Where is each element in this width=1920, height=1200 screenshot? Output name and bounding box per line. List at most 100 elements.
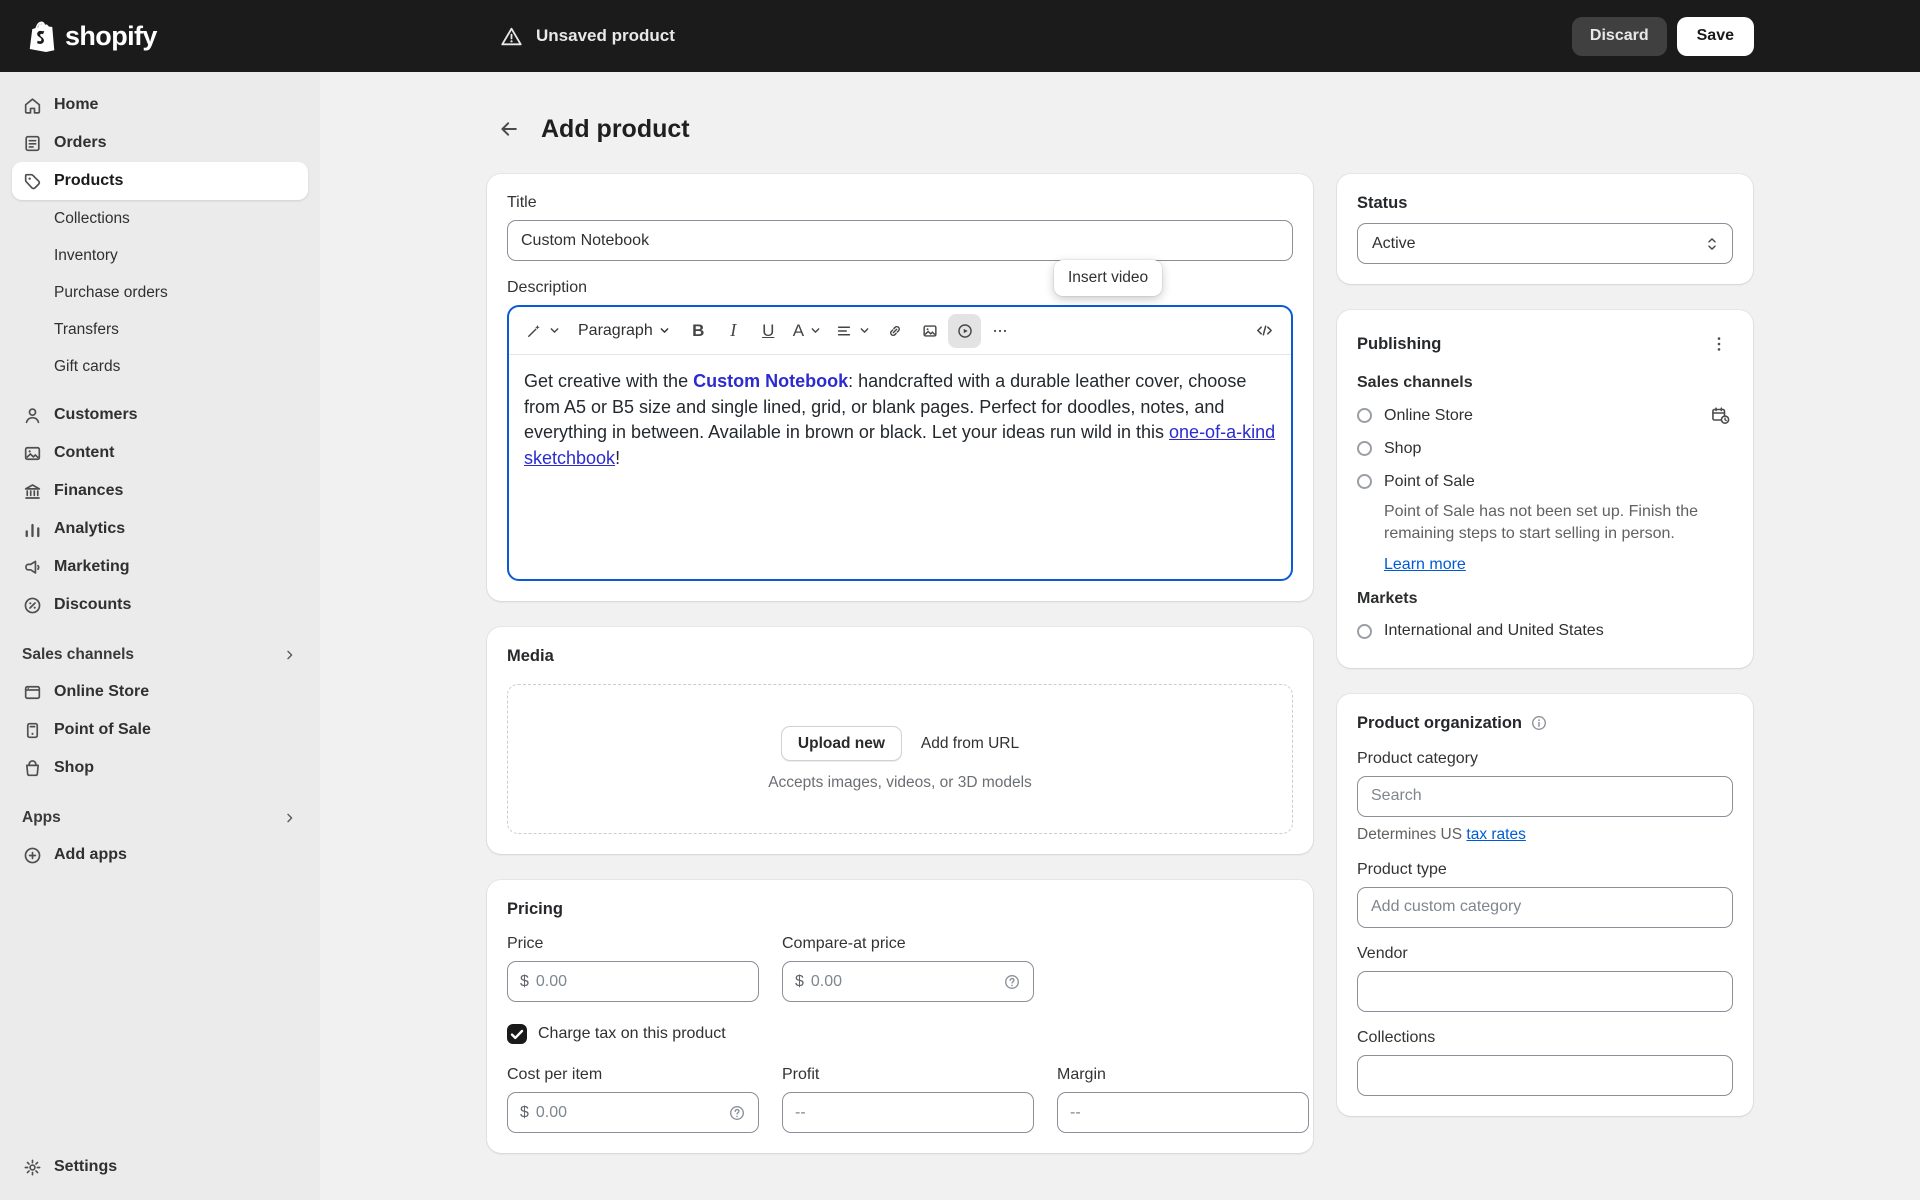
bold-button[interactable]: B [682,314,715,348]
orders-icon [22,133,43,154]
description-editor: Insert video Paragraph B I U A Get creat… [507,260,1293,581]
paragraph-style-dropdown[interactable]: Paragraph [568,314,680,348]
ai-magic-button[interactable] [519,314,566,348]
chevron-right-icon [282,647,298,663]
profit-input[interactable] [795,1103,1021,1122]
alignment-button[interactable] [829,314,876,348]
underline-button[interactable]: U [752,314,785,348]
insert-link-button[interactable] [878,314,911,348]
insert-video-button[interactable] [948,313,982,348]
product-category-input[interactable] [1357,775,1733,817]
sidebar-item-shop[interactable]: Shop [12,749,308,787]
shopify-logo[interactable]: shopify [26,19,157,53]
margin-input-wrap [1057,1092,1309,1133]
sidebar-item-marketing[interactable]: Marketing [12,548,308,586]
italic-button[interactable]: I [717,314,750,348]
tax-rates-link[interactable]: tax rates [1466,826,1525,843]
sidebar-item-settings[interactable]: Settings [12,1148,308,1186]
cost-per-item-label: Cost per item [507,1066,603,1083]
cost-per-item-input[interactable] [535,1103,722,1122]
sidebar-item-purchase-orders[interactable]: Purchase orders [12,274,308,311]
margin-label: Margin [1057,1066,1106,1083]
add-from-url-button[interactable]: Add from URL [921,735,1019,753]
discounts-icon [22,595,43,616]
collections-field: Collections [1357,1029,1733,1096]
sidebar-item-content[interactable]: Content [12,434,308,472]
status-select[interactable]: Active [1357,223,1733,264]
sidebar-item-products[interactable]: Products [12,162,308,200]
back-button[interactable] [491,111,527,147]
channel-row-point-of-sale: Point of Sale [1357,465,1733,498]
text-color-button[interactable]: A [787,314,827,348]
chevron-down-icon [550,328,559,333]
pricing-card: Pricing Price $ Compare-at price [487,880,1313,1153]
channel-status-bullet [1357,474,1372,489]
markets-heading: Markets [1357,589,1418,607]
sidebar-item-online-store[interactable]: Online Store [12,673,308,711]
publishing-menu-button[interactable] [1705,330,1733,358]
charge-tax-row: Charge tax on this product [507,1024,1309,1044]
online-store-icon [22,682,43,703]
shopify-bag-icon [29,21,55,53]
vendor-label: Vendor [1357,944,1408,962]
help-question-icon[interactable] [728,1104,746,1122]
checkmark-icon [510,1029,524,1040]
media-hint-text: Accepts images, videos, or 3D models [768,774,1032,791]
sidebar-item-home[interactable]: Home [12,86,308,124]
analytics-icon [22,519,43,540]
product-category-field: Product category Determines US tax rates [1357,750,1733,844]
help-question-icon[interactable] [1003,973,1021,991]
sidebar-item-analytics[interactable]: Analytics [12,510,308,548]
align-left-icon [837,326,851,335]
sidebar-item-add-apps[interactable]: Add apps [12,836,308,874]
vendor-field: Vendor [1357,945,1733,1012]
sidebar-divider-gap [12,385,308,396]
collections-input[interactable] [1357,1054,1733,1096]
margin-input[interactable] [1070,1103,1296,1122]
schedule-publish-button[interactable] [1708,403,1733,428]
page-title: Add product [541,114,690,143]
sidebar-item-collections[interactable]: Collections [12,200,308,237]
sidebar-item-customers[interactable]: Customers [12,396,308,434]
save-button[interactable]: Save [1676,16,1754,56]
show-html-button[interactable] [1248,314,1281,348]
sidebar-item-inventory[interactable]: Inventory [12,237,308,274]
sidebar-item-finances[interactable]: Finances [12,472,308,510]
description-bold-link[interactable]: Custom Notebook [693,371,848,391]
price-input[interactable] [535,972,746,991]
sidebar-section-apps[interactable]: Apps [12,799,308,836]
charge-tax-checkbox[interactable] [507,1024,527,1044]
title-input[interactable] [507,220,1293,261]
sidebar-item-point-of-sale[interactable]: Point of Sale [12,711,308,749]
status-card: Status Active [1337,174,1753,284]
profit-label: Profit [782,1066,820,1083]
compare-at-input-wrap: $ [782,961,1034,1002]
media-card: Media Upload new Add from URL Accepts im… [487,627,1313,854]
info-icon[interactable] [1530,714,1548,732]
channel-status-bullet [1357,441,1372,456]
sidebar-item-discounts[interactable]: Discounts [12,586,308,624]
sidebar-item-transfers[interactable]: Transfers [12,311,308,348]
learn-more-link[interactable]: Learn more [1384,556,1466,574]
sidebar-item-gift-cards[interactable]: Gift cards [12,348,308,385]
discard-button[interactable]: Discard [1571,16,1667,56]
profit-input-wrap [782,1092,1034,1133]
sidebar-item-orders[interactable]: Orders [12,124,308,162]
sidebar-section-sales-channels[interactable]: Sales channels [12,636,308,673]
upload-new-button[interactable]: Upload new [780,726,902,761]
code-icon [1257,325,1272,336]
link-icon [889,325,900,336]
image-icon [922,324,937,337]
select-chevrons-icon [1708,237,1716,250]
insert-image-button[interactable] [913,314,946,348]
shop-bag-icon [22,758,43,779]
channel-row-online-store: Online Store [1357,399,1733,432]
compare-at-input[interactable] [810,972,997,991]
more-formatting-button[interactable] [983,314,1016,348]
channel-status-bullet [1357,408,1372,423]
vendor-input[interactable] [1357,970,1733,1012]
product-type-input[interactable] [1357,886,1733,928]
description-label: Description [507,279,588,296]
price-field-group: Price $ [507,935,759,1002]
description-text-area[interactable]: Get creative with the Custom Notebook: h… [509,355,1291,579]
